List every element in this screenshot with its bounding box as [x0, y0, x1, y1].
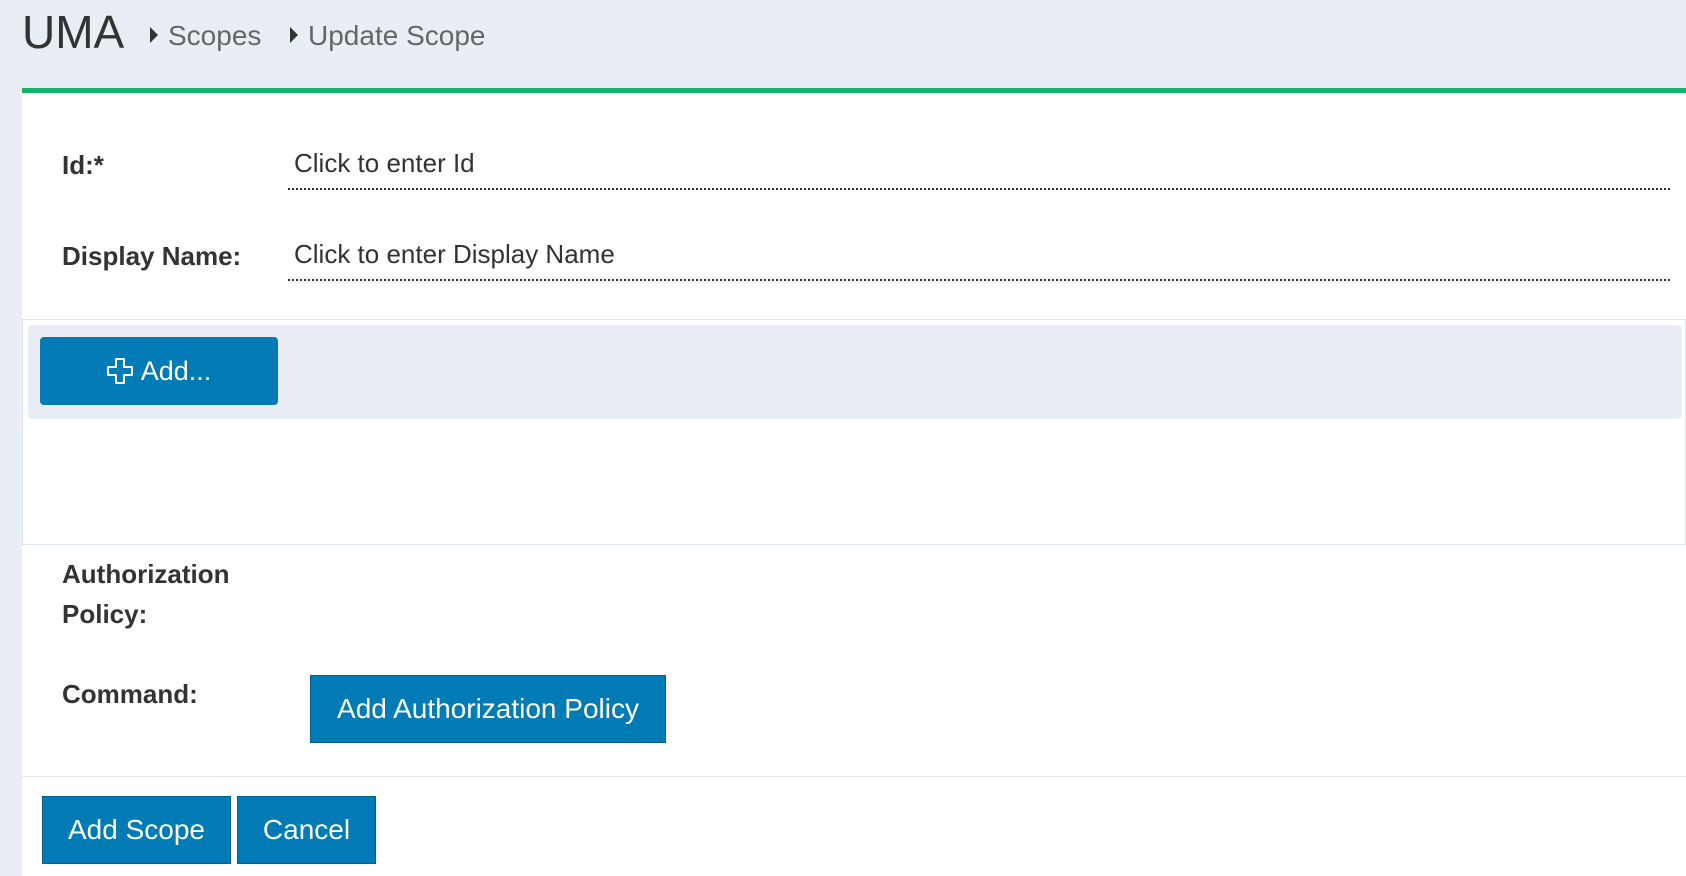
- divider: [22, 776, 1686, 777]
- display-name-field[interactable]: [288, 229, 1670, 281]
- add-button-label: Add...: [140, 356, 212, 386]
- id-label: Id:*: [62, 150, 104, 180]
- authorization-policy-label-line1: Authorization: [62, 559, 230, 589]
- grid-toolbar: Add...: [28, 325, 1682, 419]
- breadcrumb-update-scope: Update Scope: [290, 18, 485, 54]
- breadcrumb-scopes[interactable]: Scopes: [150, 18, 261, 54]
- command-label: Command:: [62, 679, 198, 709]
- breadcrumb-label: Update Scope: [308, 20, 486, 51]
- add-authorization-policy-button[interactable]: Add Authorization Policy: [310, 675, 666, 743]
- id-field[interactable]: [288, 138, 1670, 190]
- plus-icon: [106, 358, 133, 384]
- display-name-label: Display Name:: [62, 241, 242, 271]
- app-title: UMA: [22, 6, 125, 58]
- cancel-button[interactable]: Cancel: [237, 796, 376, 864]
- caret-right-icon: [150, 27, 158, 43]
- add-button[interactable]: Add...: [40, 337, 278, 405]
- caret-right-icon: [290, 27, 298, 43]
- page-header: UMA Scopes Update Scope: [0, 0, 1686, 90]
- breadcrumb-label: Scopes: [168, 20, 262, 51]
- authorization-policy-label-line2: Policy:: [62, 599, 148, 629]
- list-grid: Add...: [22, 319, 1686, 545]
- add-scope-button[interactable]: Add Scope: [42, 796, 231, 864]
